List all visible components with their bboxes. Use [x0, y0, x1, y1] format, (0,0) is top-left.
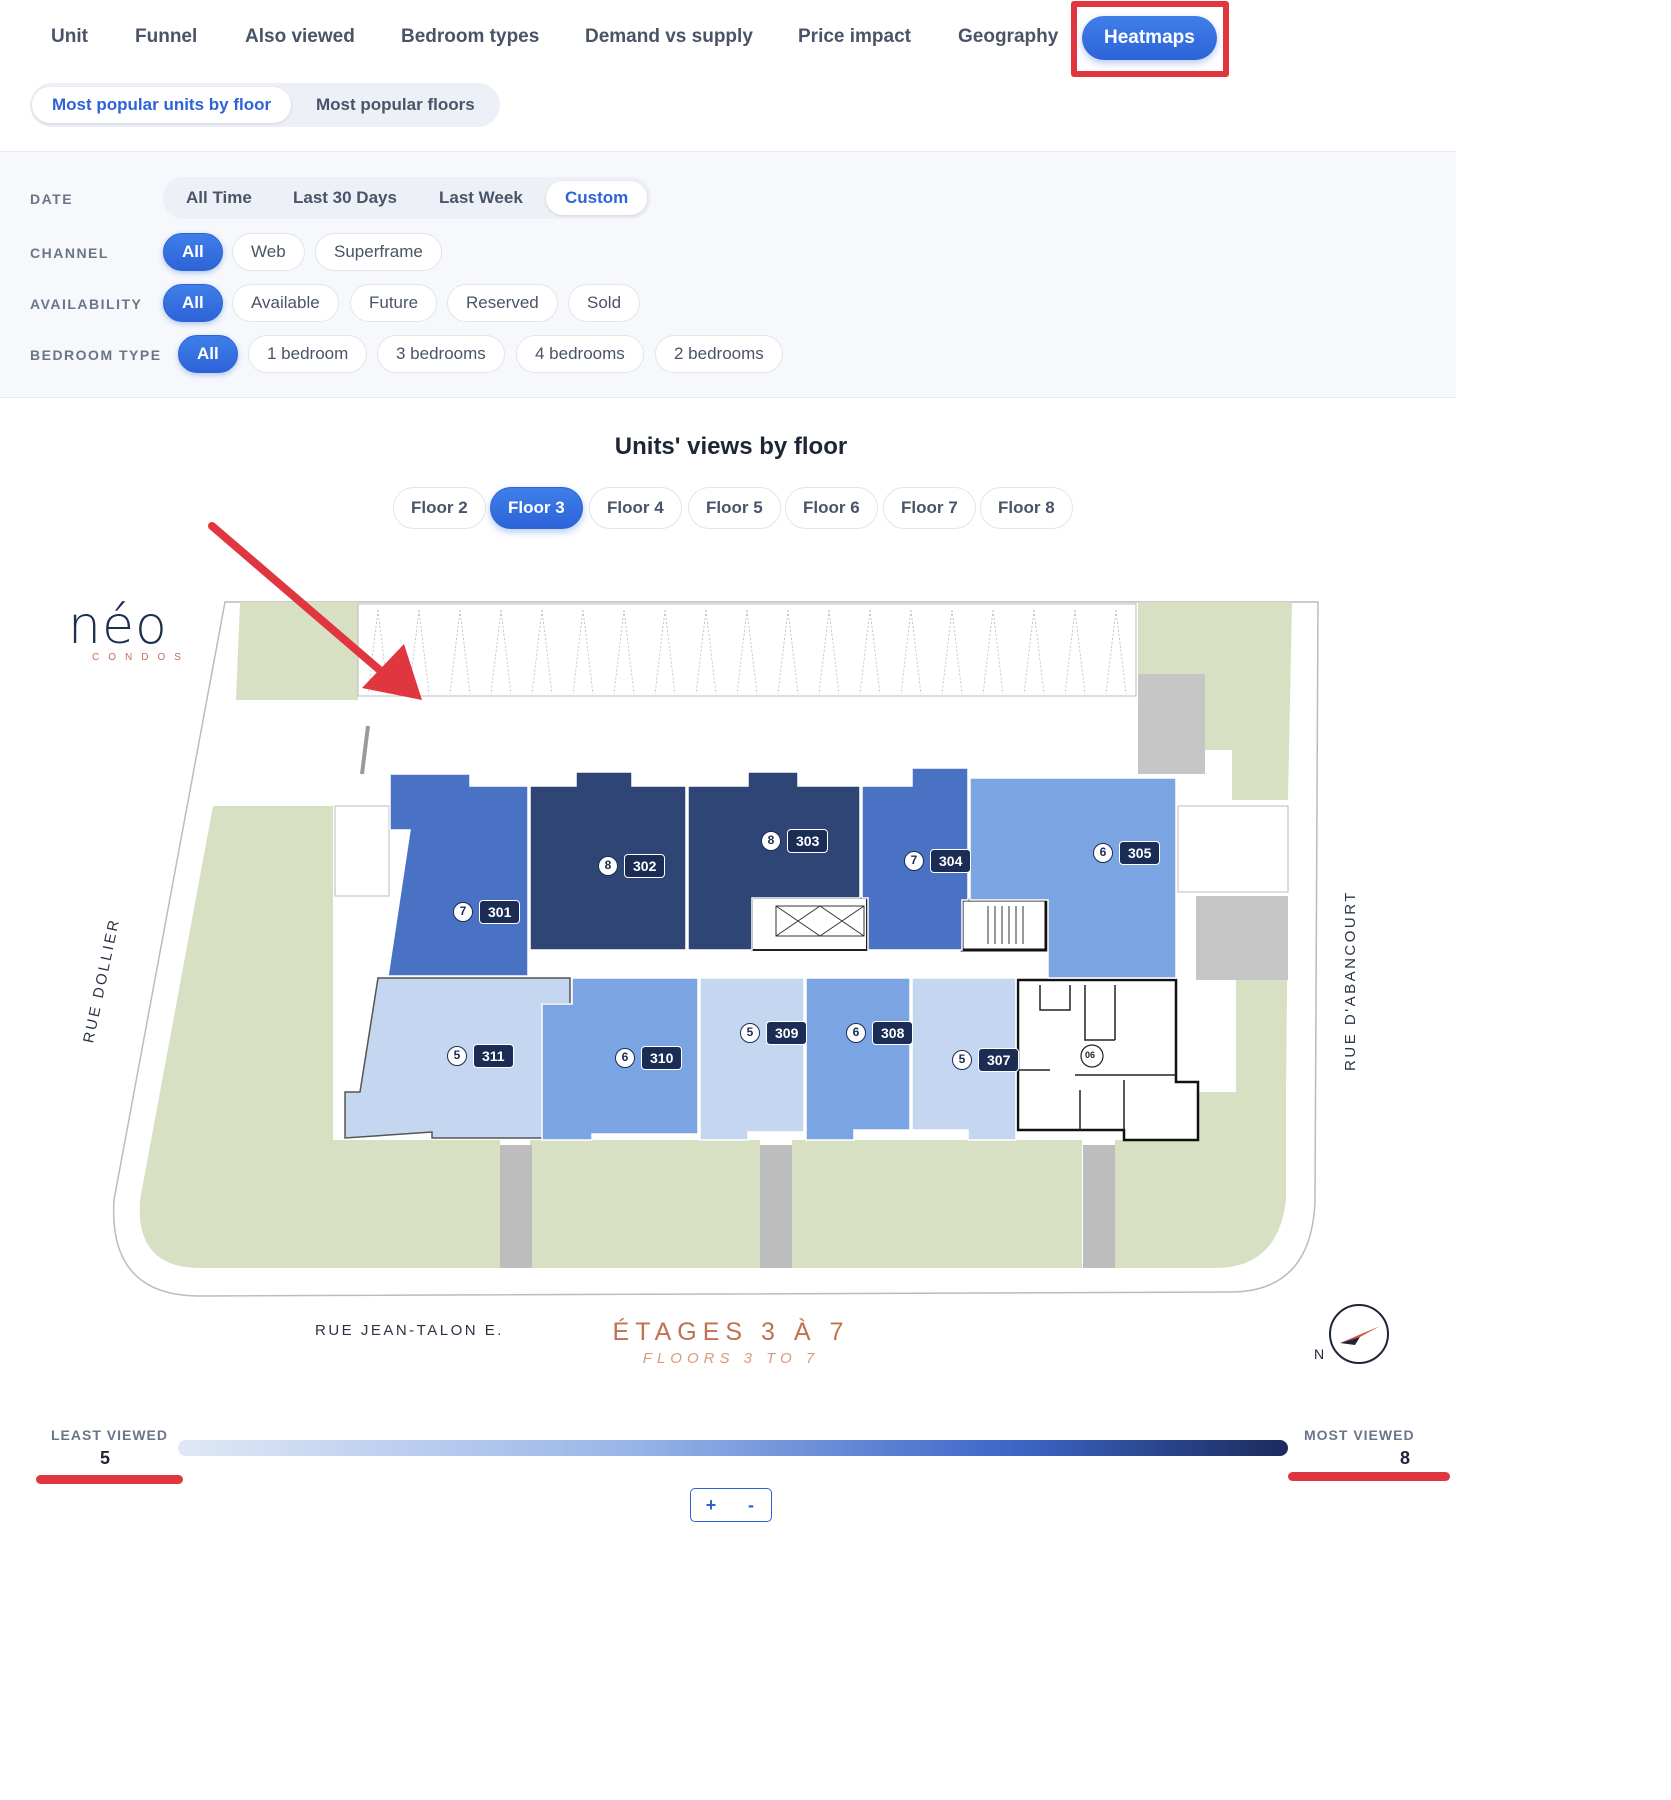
zoom-in-button[interactable]: + — [693, 1495, 729, 1516]
unit-06-label: 06 — [1085, 1050, 1096, 1060]
unit-301-number: 301 — [479, 900, 521, 924]
east-passage — [1177, 805, 1289, 893]
unit-302-views: 8 — [598, 856, 618, 876]
corridor — [528, 948, 1018, 980]
compass-north-label: N — [1314, 1346, 1325, 1362]
logo-subtext: CONDOS — [92, 652, 190, 663]
grass-s1 — [530, 1140, 760, 1268]
least-underline — [36, 1475, 183, 1484]
most-underline — [1288, 1472, 1450, 1481]
walkway-1 — [500, 1145, 532, 1268]
unit-305-badge[interactable]: 6 305 — [1093, 841, 1161, 865]
street-east: RUE D'ABANCOURT — [1341, 890, 1359, 1071]
unit-305-views: 6 — [1093, 843, 1113, 863]
unit-302-number: 302 — [624, 854, 666, 878]
unit-311-badge[interactable]: 5 311 — [447, 1044, 514, 1068]
unit-311-views: 5 — [447, 1046, 467, 1066]
unit-310-badge[interactable]: 6 310 — [615, 1046, 683, 1070]
unit-307-badge[interactable]: 5 307 — [952, 1048, 1020, 1072]
floors-label-en: FLOORS 3 TO 7 — [642, 1350, 820, 1367]
walkway-3 — [1083, 1145, 1115, 1268]
unit-311-number: 311 — [473, 1044, 514, 1068]
unit-308-area[interactable] — [805, 977, 911, 1141]
unit-304-number: 304 — [930, 849, 972, 873]
grass-nw — [236, 602, 358, 700]
unit-06-area — [1016, 978, 1200, 1142]
stair-core — [960, 898, 1048, 952]
walkway-2 — [760, 1145, 792, 1268]
unit-309-views: 5 — [740, 1023, 760, 1043]
unit-301-area[interactable] — [387, 773, 529, 977]
unit-309-area[interactable] — [699, 977, 805, 1141]
ramp — [334, 805, 390, 897]
unit-301-views: 7 — [453, 902, 473, 922]
parking-area — [357, 603, 1137, 697]
unit-305-number: 305 — [1119, 841, 1161, 865]
views-gradient-bar — [178, 1440, 1288, 1456]
unit-303-badge[interactable]: 8 303 — [761, 829, 829, 853]
unit-307-number: 307 — [978, 1048, 1020, 1072]
grass-s2 — [792, 1140, 1082, 1268]
unit-301-badge[interactable]: 7 301 — [453, 900, 521, 924]
unit-303-views: 8 — [761, 831, 781, 851]
pavers-ne — [1138, 674, 1205, 774]
zoom-out-button[interactable]: - — [733, 1495, 769, 1516]
unit-310-views: 6 — [615, 1048, 635, 1068]
unit-308-badge[interactable]: 6 308 — [846, 1021, 914, 1045]
unit-309-number: 309 — [766, 1021, 808, 1045]
least-viewed-value: 5 — [100, 1448, 111, 1468]
unit-302-badge[interactable]: 8 302 — [598, 854, 666, 878]
logo-text: néo — [68, 596, 168, 656]
pavers-e — [1196, 896, 1288, 980]
least-viewed-label: LEAST VIEWED — [51, 1427, 169, 1443]
unit-309-badge[interactable]: 5 309 — [740, 1021, 808, 1045]
floors-label-fr: ÉTAGES 3 À 7 — [612, 1318, 850, 1346]
unit-303-number: 303 — [787, 829, 829, 853]
unit-310-number: 310 — [641, 1046, 683, 1070]
most-viewed-label: MOST VIEWED — [1304, 1427, 1415, 1443]
most-viewed-value: 8 — [1400, 1448, 1411, 1468]
unit-307-views: 5 — [952, 1050, 972, 1070]
unit-304-badge[interactable]: 7 304 — [904, 849, 972, 873]
zoom-control: + - — [690, 1488, 772, 1522]
unit-308-views: 6 — [846, 1023, 866, 1043]
unit-308-number: 308 — [872, 1021, 914, 1045]
unit-304-views: 7 — [904, 851, 924, 871]
neo-logo: néo CONDOS — [68, 600, 190, 663]
